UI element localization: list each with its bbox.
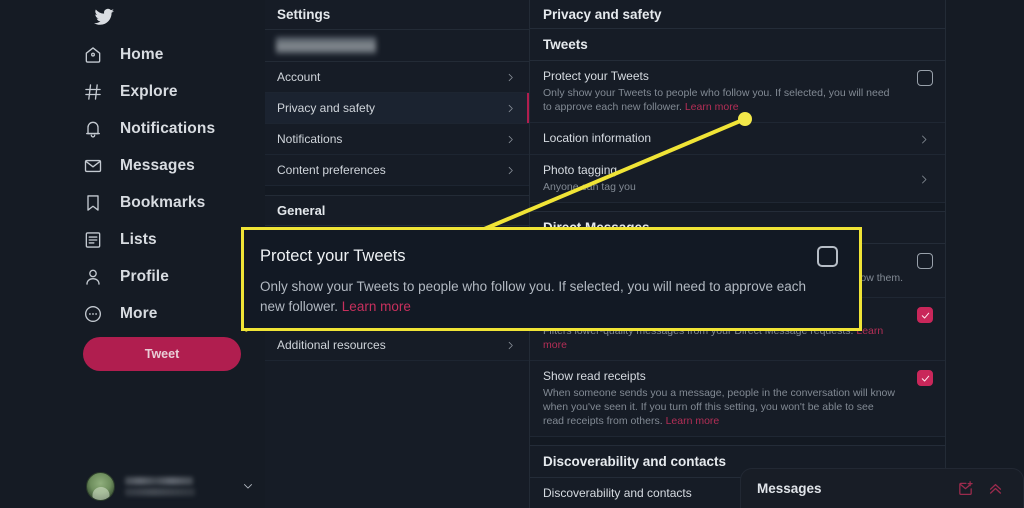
sidebar-item-label: Messages xyxy=(120,156,195,174)
sidebar-item-notifications[interactable]: Notifications xyxy=(82,110,257,147)
chevron-right-icon xyxy=(918,132,931,145)
settings-item-content-preferences[interactable]: Content preferences xyxy=(265,155,529,186)
nav-items-list: Home Explore Notifications Messages Book… xyxy=(82,36,257,332)
row-title: Photo tagging xyxy=(543,163,618,177)
settings-item-account[interactable]: Account xyxy=(265,62,529,93)
chevron-right-icon xyxy=(504,164,517,177)
person-icon xyxy=(82,266,104,288)
settings-item-label: Account xyxy=(277,70,321,84)
sidebar-item-label: Explore xyxy=(120,82,178,100)
settings-item-additional-resources[interactable]: Additional resources xyxy=(265,330,529,361)
right-empty-panel xyxy=(947,0,1024,508)
messages-dock[interactable]: Messages xyxy=(740,468,1024,508)
hash-icon xyxy=(82,81,104,103)
section-heading-tweets: Tweets xyxy=(530,29,945,61)
settings-item-label: Privacy and safety xyxy=(277,101,376,115)
settings-item-privacy-and-safety[interactable]: Privacy and safety xyxy=(265,93,529,124)
checkbox-quality-filter[interactable] xyxy=(917,307,933,323)
settings-item-label: Content preferences xyxy=(277,163,386,177)
row-location-information[interactable]: Location information xyxy=(530,123,945,155)
account-switcher[interactable] xyxy=(86,468,256,504)
list-icon xyxy=(82,229,104,251)
row-subtitle: Only show your Tweets to people who foll… xyxy=(543,86,903,114)
row-title: Show read receipts xyxy=(543,369,646,383)
left-navigation: Home Explore Notifications Messages Book… xyxy=(0,0,265,508)
settings-item-notifications[interactable]: Notifications xyxy=(265,124,529,155)
bookmark-icon xyxy=(82,192,104,214)
sidebar-item-home[interactable]: Home xyxy=(82,36,257,73)
settings-item-label: Notifications xyxy=(277,132,343,146)
sidebar-item-label: Bookmarks xyxy=(120,193,206,211)
twitter-settings-screen: Home Explore Notifications Messages Book… xyxy=(0,0,1024,508)
row-photo-tagging[interactable]: Photo tagging Anyone can tag you xyxy=(530,155,945,203)
bell-icon xyxy=(82,118,104,140)
sidebar-item-label: Home xyxy=(120,45,164,63)
sidebar-item-more[interactable]: More xyxy=(82,295,257,332)
chevron-right-icon xyxy=(504,133,517,146)
settings-account-name[interactable] xyxy=(265,30,529,62)
row-subtitle: Anyone can tag you xyxy=(543,181,636,193)
section-divider xyxy=(530,437,945,446)
sidebar-item-messages[interactable]: Messages xyxy=(82,147,257,184)
avatar xyxy=(86,471,115,501)
sidebar-item-label: Profile xyxy=(120,267,169,285)
chevron-right-icon xyxy=(504,102,517,115)
sidebar-item-explore[interactable]: Explore xyxy=(82,73,257,110)
settings-section-general: General xyxy=(265,196,529,226)
callout-magnifier: Protect your Tweets Only show your Tweet… xyxy=(241,227,862,331)
chevron-up-icon[interactable] xyxy=(983,477,1007,501)
home-icon xyxy=(82,44,104,66)
sidebar-item-bookmarks[interactable]: Bookmarks xyxy=(82,184,257,221)
learn-more-link[interactable]: Learn more xyxy=(666,415,720,427)
chevron-right-icon xyxy=(918,172,931,185)
page-title: Privacy and safety xyxy=(530,0,945,29)
chevron-right-icon xyxy=(504,339,517,352)
settings-item-label: Additional resources xyxy=(277,338,386,352)
row-subtitle: When someone sends you a message, people… xyxy=(543,386,903,428)
row-title: Location information xyxy=(543,131,652,145)
row-protect-your-tweets[interactable]: Protect your Tweets Only show your Tweet… xyxy=(530,61,945,123)
sidebar-item-label: More xyxy=(120,304,158,322)
sidebar-item-label: Lists xyxy=(120,230,157,248)
row-show-read-receipts[interactable]: Show read receipts When someone sends yo… xyxy=(530,361,945,437)
section-divider xyxy=(530,203,945,212)
settings-title: Settings xyxy=(265,0,529,30)
sidebar-item-label: Notifications xyxy=(120,119,216,137)
checkbox-receive-messages-from-anyone[interactable] xyxy=(917,253,933,269)
learn-more-link[interactable]: Learn more xyxy=(685,101,739,113)
new-message-icon[interactable] xyxy=(953,477,977,501)
chevron-right-icon xyxy=(504,71,517,84)
checkbox-protect-your-tweets[interactable] xyxy=(917,70,933,86)
row-title: Protect your Tweets xyxy=(543,69,649,83)
more-circle-icon xyxy=(82,303,104,325)
account-name-blurred xyxy=(125,476,230,496)
callout-learn-more-link[interactable]: Learn more xyxy=(342,299,411,314)
sidebar-item-profile[interactable]: Profile xyxy=(82,258,257,295)
callout-checkbox-protect-your-tweets[interactable] xyxy=(817,246,838,267)
chevron-down-icon[interactable] xyxy=(240,478,256,494)
checkbox-show-read-receipts[interactable] xyxy=(917,370,933,386)
callout-description: Only show your Tweets to people who foll… xyxy=(260,277,825,317)
settings-divider xyxy=(265,186,529,196)
messages-dock-title: Messages xyxy=(757,481,822,496)
tweet-button[interactable]: Tweet xyxy=(83,337,241,371)
sidebar-item-lists[interactable]: Lists xyxy=(82,221,257,258)
twitter-bird-icon[interactable] xyxy=(88,0,118,34)
envelope-icon xyxy=(82,155,104,177)
callout-title: Protect your Tweets xyxy=(260,247,406,265)
